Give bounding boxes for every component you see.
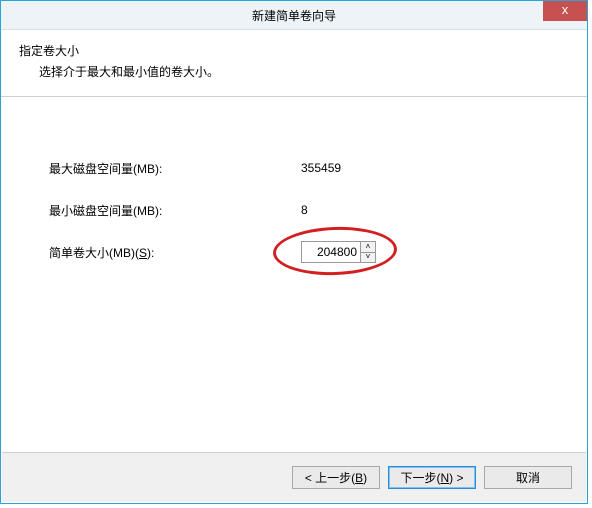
max-space-label: 最大磁盘空间量(MB): <box>49 160 162 177</box>
page-title: 指定卷大小 <box>19 42 569 59</box>
spinner-up-button[interactable]: ˄ <box>360 241 376 252</box>
spinner-buttons: ˄ ˅ <box>360 241 376 263</box>
row-max-space: 最大磁盘空间量(MB): 355459 <box>1 157 587 179</box>
next-button[interactable]: 下一步(N) > <box>388 466 476 489</box>
back-button[interactable]: < 上一步(B) <box>292 466 380 489</box>
wizard-window: 新建简单卷向导 x 指定卷大小 选择介于最大和最小值的卷大小。 最大磁盘空间量(… <box>0 0 588 504</box>
wizard-footer: < 上一步(B) 下一步(N) > 取消 <box>2 452 586 502</box>
max-space-value: 355459 <box>301 161 341 175</box>
window-title: 新建简单卷向导 <box>252 7 336 24</box>
cancel-button[interactable]: 取消 <box>484 466 572 489</box>
wizard-header: 指定卷大小 选择介于最大和最小值的卷大小。 <box>1 30 587 97</box>
close-button[interactable]: x <box>543 1 587 21</box>
volume-size-label: 简单卷大小(MB)(S): <box>49 244 154 261</box>
page-subtitle: 选择介于最大和最小值的卷大小。 <box>39 63 569 80</box>
wizard-content: 最大磁盘空间量(MB): 355459 最小磁盘空间量(MB): 8 简单卷大小… <box>1 97 587 481</box>
row-volume-size: 简单卷大小(MB)(S): ˄ ˅ <box>1 241 587 263</box>
titlebar: 新建简单卷向导 x <box>1 1 587 30</box>
spinner-down-button[interactable]: ˅ <box>360 252 376 264</box>
min-space-label: 最小磁盘空间量(MB): <box>49 202 162 219</box>
row-min-space: 最小磁盘空间量(MB): 8 <box>1 199 587 221</box>
volume-size-spinner: ˄ ˅ <box>301 241 376 263</box>
volume-size-input[interactable] <box>301 241 360 263</box>
min-space-value: 8 <box>301 203 308 217</box>
